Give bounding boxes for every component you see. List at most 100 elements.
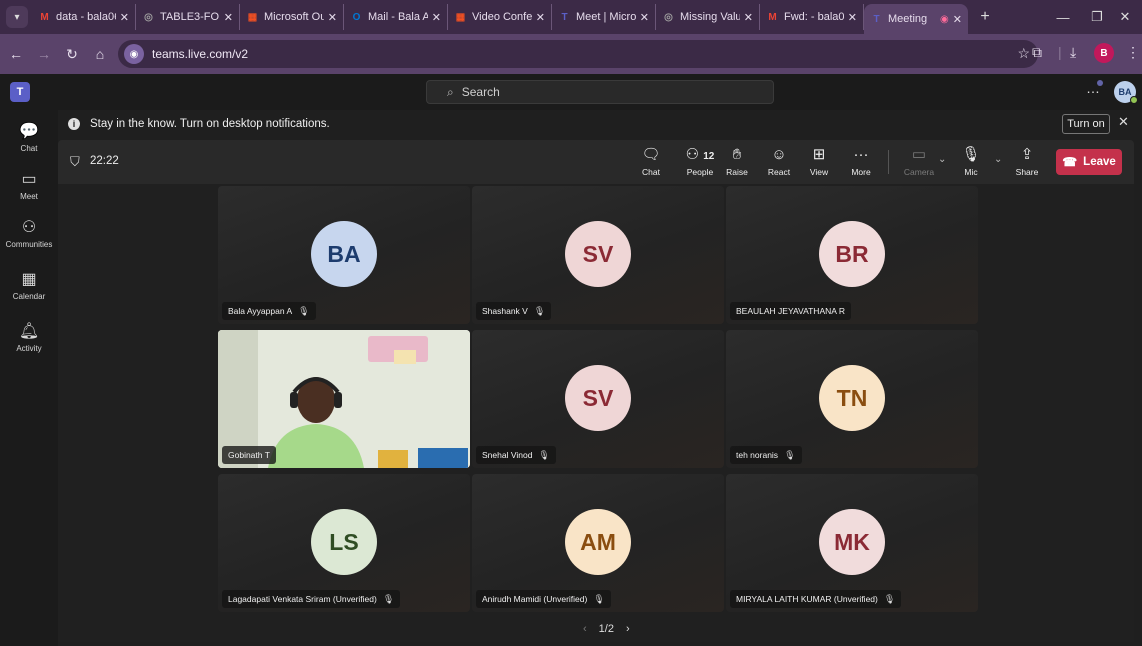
banner-text: Stay in the know. Turn on desktop notifi… [90,118,330,130]
mic-options-chevron-icon[interactable]: ⌄ [994,154,1002,165]
gmail-icon: M [768,11,777,23]
tab-title: TABLE3-FORM [160,11,220,23]
tab-list: Mdata - bala06 ✕ ◎ TABLE3-FORM ✕ ▦ Microsoft O… [32,0,968,34]
bell-icon: 🔔︎ [18,323,40,340]
participant-tile[interactable]: SV Snehal Vinod 🎙︎ [472,330,724,468]
browser-tab[interactable]: T Meeting ◉ ✕ [864,4,968,34]
window-close-icon[interactable]: ✕ [1108,0,1142,34]
reload-icon[interactable]: ↻ [60,42,84,66]
tab-close-icon[interactable]: ✕ [953,13,962,26]
share-button[interactable]: ⇪ Share [1008,146,1046,177]
extensions-icon[interactable]: ⧉ [1032,44,1042,61]
separator: | [1058,44,1062,60]
participant-avatar: TN [819,365,885,431]
mic-muted-icon: 🎙︎ [784,449,796,460]
more-button[interactable]: ··· More [842,146,880,177]
tab-title: data - bala06 [56,11,116,23]
teams-header: T ⌕ Search … BA [0,74,1142,110]
download-icon[interactable]: ⤓ [1070,44,1076,61]
participant-tile[interactable]: AM Anirudh Mamidi (Unverified) 🎙︎ [472,474,724,612]
info-icon: i [68,118,80,130]
participant-tile[interactable]: MK MIRYALA LAITH KUMAR (Unverified) 🎙︎ [726,474,978,612]
close-icon[interactable]: ✕ [1118,114,1129,130]
participant-name-tag: Snehal Vinod 🎙︎ [476,446,556,464]
browser-tab[interactable]: T Meet | Micro ✕ [552,4,656,30]
view-button[interactable]: ⊞ View [800,146,838,177]
communities-icon: ⚇ [21,219,37,236]
teams-search-box[interactable]: ⌕ Search [426,80,774,104]
participant-name-tag: Bala Ayyappan A 🎙︎ [222,302,316,320]
rail-label: Calendar [12,292,46,301]
participant-tile[interactable]: LS Lagadapati Venkata Sriram (Unverified)… [218,474,470,612]
tab-search-chevron-icon[interactable]: ▾ [6,6,28,28]
people-label: People [686,167,714,177]
tab-close-icon[interactable]: ✕ [536,11,545,24]
back-icon[interactable]: ← [4,42,28,66]
participant-tile[interactable]: Gobinath T [218,330,470,468]
mic-muted-icon: 🎙︎ [593,593,605,604]
chat-icon: 💬 [19,123,39,140]
participant-avatar: LS [311,509,377,575]
mic-muted-icon: 🎙︎ [538,449,550,460]
rail-item-activity[interactable]: 🔔︎ Activity [0,322,58,353]
browser-tab[interactable]: ▦ Microsoft Ou ✕ [240,4,344,30]
browser-tab[interactable]: Mdata - bala06 ✕ [32,4,136,30]
microsoft-icon: ▦ [455,11,466,23]
rail-item-calendar[interactable]: ▦ Calendar [0,270,58,301]
browser-tab[interactable]: O Mail - Bala A ✕ [344,4,448,30]
rail-item-communities[interactable]: ⚇ Communities [0,218,58,249]
mic-button[interactable]: 🎙︎ Mic [952,146,990,177]
rail-item-meet[interactable]: ▭ Meet [0,170,58,201]
camera-options-chevron-icon[interactable]: ⌄ [938,154,946,165]
chat-button[interactable]: 🗨︎ Chat [632,146,670,177]
forward-icon[interactable]: → [32,42,56,66]
participant-name: Bala Ayyappan A [228,306,293,316]
address-bar[interactable]: ◉ teams.live.com/v2 ☆ [118,40,1038,68]
tab-close-icon[interactable]: ✕ [744,11,753,24]
browser-tab[interactable]: M Fwd: - bala0 ✕ [760,4,864,30]
next-page-icon[interactable]: › [626,623,630,635]
tab-close-icon[interactable]: ✕ [224,11,233,24]
browser-tab[interactable]: ◎ Missing Valu ✕ [656,4,760,30]
hand-icon: ✋︎ [732,146,742,163]
notification-banner: i Stay in the know. Turn on desktop noti… [58,110,1142,138]
react-button[interactable]: ☺ React [760,146,798,177]
browser-tab[interactable]: ▦ Video Confer ✕ [448,4,552,30]
rail-item-chat[interactable]: 💬 Chat [0,122,58,153]
participant-tile[interactable]: BA Bala Ayyappan A 🎙︎ [218,186,470,324]
people-button[interactable]: ⚇ 12 People [678,146,722,177]
participant-name-tag: BEAULAH JEYAVATHANA R [730,302,851,320]
participant-name: Lagadapati Venkata Sriram (Unverified) [228,594,377,604]
people-count: 12 [703,151,715,162]
participant-tile[interactable]: TN teh noranis 🎙︎ [726,330,978,468]
participant-name-tag: Shashank V 🎙︎ [476,302,552,320]
tab-close-icon[interactable]: ✕ [432,11,441,24]
rail-label: Chat [20,144,38,153]
profile-avatar[interactable]: B [1094,43,1114,63]
home-icon[interactable]: ⌂ [88,42,112,66]
turn-on-button[interactable]: Turn on [1062,114,1110,134]
bookmark-star-icon[interactable]: ☆ [1017,45,1030,62]
smiley-icon: ☺ [771,146,787,163]
mic-muted-icon: 🎙︎ [298,305,310,316]
leave-button[interactable]: ☎ Leave [1056,149,1122,175]
browser-menu-icon[interactable]: ⋮ [1126,44,1140,61]
people-icon: ⚇ 12 [685,146,715,163]
tab-close-icon[interactable]: ✕ [328,11,337,24]
view-label: View [809,167,829,177]
tab-close-icon[interactable]: ✕ [640,11,649,24]
site-info-icon[interactable]: ◉ [124,44,144,64]
new-tab-button[interactable]: + [972,8,998,26]
participant-tile[interactable]: BR BEAULAH JEYAVATHANA R [726,186,978,324]
participant-avatar: SV [565,365,631,431]
raise-hand-button[interactable]: ✋︎ Raise [718,146,756,177]
tab-close-icon[interactable]: ✕ [120,11,129,24]
browser-tab[interactable]: ◎ TABLE3-FORM ✕ [136,4,240,30]
participant-tile[interactable]: SV Shashank V 🎙︎ [472,186,724,324]
minimize-icon[interactable]: — [1046,0,1080,34]
camera-button[interactable]: ▭ Camera [900,146,938,177]
url-text[interactable]: teams.live.com/v2 [152,47,248,61]
raise-label: Raise [726,167,748,177]
tab-close-icon[interactable]: ✕ [848,11,857,24]
prev-page-icon[interactable]: ‹ [583,623,587,635]
